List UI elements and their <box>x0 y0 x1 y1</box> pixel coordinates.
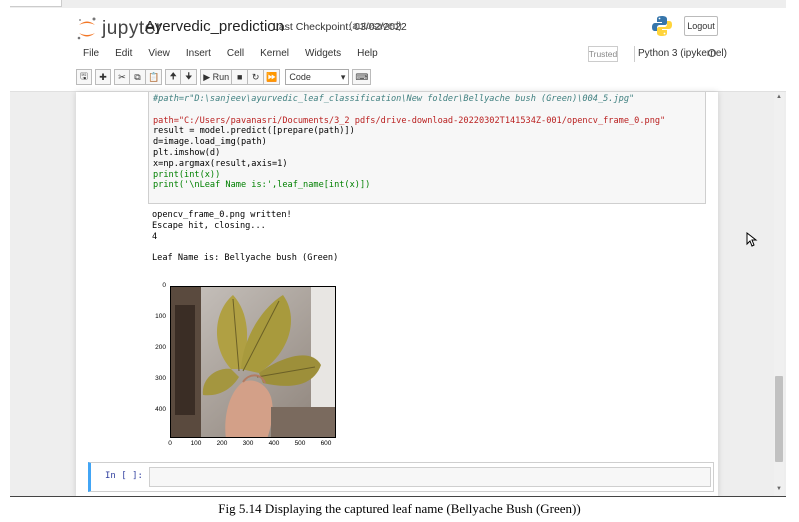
play-icon: ▶ <box>203 71 211 82</box>
run-button[interactable]: ▶ Run <box>200 69 233 85</box>
x-tick-label: 100 <box>190 440 202 447</box>
copy-icon: ⧉ <box>134 71 141 82</box>
clipboard-group: ✂ ⧉ 📋 <box>114 69 163 85</box>
jupyter-logo-icon <box>77 17 96 40</box>
code-line: #path=r"D:\sanjeev\ayurvedic_leaf_classi… <box>153 94 635 104</box>
code-cell-input[interactable]: #path=r"D:\sanjeev\ayurvedic_leaf_classi… <box>148 92 706 204</box>
menu-view[interactable]: View <box>141 46 179 62</box>
scroll-down-icon[interactable]: ▼ <box>776 486 782 492</box>
y-tick-label: 400 <box>155 406 166 413</box>
paste-icon: 📋 <box>148 71 160 82</box>
notebook-area: #path=r"D:\sanjeev\ayurvedic_leaf_classi… <box>76 92 718 496</box>
run-label: Run <box>212 72 230 82</box>
cut-button[interactable]: ✂ <box>114 69 130 85</box>
save-icon: 🖫 <box>80 71 88 81</box>
x-tick-label: 200 <box>216 440 228 447</box>
code-line: x=np.argmax(result,axis=1) <box>153 158 288 169</box>
arrow-up-icon: 🠉 <box>169 71 177 81</box>
code-line: plt.imshow(d) <box>153 147 221 158</box>
menu-widgets[interactable]: Widgets <box>298 46 350 62</box>
code-line: d=image.load_img(path) <box>153 137 267 148</box>
input-prompt: In [ ]: <box>105 471 143 481</box>
x-tick-label: 0 <box>168 440 172 447</box>
chevron-down-icon: ▾ <box>340 71 346 82</box>
output-line: opencv_frame_0.png written! <box>152 210 292 220</box>
restart-icon: ↻ <box>251 71 260 82</box>
menu-kernel[interactable]: Kernel <box>253 46 298 62</box>
code-line: path="C:/Users/pavanasri/Documents/3_2 p… <box>153 115 666 126</box>
code-line: result = model.predict([prepare(path)]) <box>153 126 355 137</box>
notebook-toolbar: 🖫 ✚ ✂ ⧉ 📋 🠉 🠋 ▶ Run ■ ↻ ⏩ Code ▾ ⌨ <box>76 69 372 85</box>
copy-button[interactable]: ⧉ <box>130 69 146 85</box>
notebook-header: jupyter Ayervedic_prediction Last Checkp… <box>10 8 786 92</box>
leaf-photo-illustration <box>171 287 335 437</box>
move-up-button[interactable]: 🠉 <box>165 69 182 85</box>
image-plot: 0 100 200 300 400 0 100 200 300 400 500 … <box>146 276 346 452</box>
code-cell-editor[interactable] <box>149 467 711 487</box>
menu-bar: File Edit View Insert Cell Kernel Widget… <box>76 46 387 62</box>
y-tick-label: 300 <box>155 375 166 382</box>
x-tick-label: 500 <box>294 440 306 447</box>
arrow-down-icon: 🠋 <box>184 71 193 81</box>
jupyter-window: jupyter Ayervedic_prediction Last Checkp… <box>10 0 786 497</box>
python-logo-icon <box>652 16 672 36</box>
logout-button[interactable]: Logout <box>684 16 718 36</box>
y-tick-label: 200 <box>155 344 166 351</box>
menu-edit[interactable]: Edit <box>108 46 141 62</box>
run-group: ▶ Run ■ ↻ ⏩ <box>200 69 281 85</box>
code-line: print('\nLeaf Name is:',leaf_name[int(x)… <box>153 180 371 191</box>
interrupt-button[interactable]: ■ <box>232 69 249 85</box>
y-tick-label: 0 <box>162 282 166 289</box>
menu-help[interactable]: Help <box>350 46 387 62</box>
autosave-status: (autosaved) <box>349 21 402 32</box>
insert-cell-button[interactable]: ✚ <box>95 69 111 85</box>
plus-icon: ✚ <box>99 71 107 82</box>
scrollbar-thumb[interactable] <box>775 376 783 462</box>
cell-output: opencv_frame_0.png written! Escape hit, … <box>152 210 338 264</box>
command-palette-button[interactable]: ⌨ <box>352 69 372 85</box>
y-tick-label: 100 <box>155 313 166 320</box>
mouse-cursor-icon <box>746 232 758 247</box>
x-tick-label: 300 <box>242 440 254 447</box>
scroll-up-icon[interactable]: ▲ <box>776 94 782 100</box>
code-line: print(int(x)) <box>153 169 221 180</box>
browser-tab-strip <box>10 0 62 7</box>
output-line-leaf-name: Leaf Name is: Bellyache bush (Green) <box>152 253 339 264</box>
x-tick-label: 600 <box>320 440 332 447</box>
move-group: 🠉 🠋 <box>165 69 198 85</box>
menu-cell[interactable]: Cell <box>220 46 253 62</box>
vertical-scrollbar[interactable]: ▲ ▼ <box>774 92 784 496</box>
scissors-icon: ✂ <box>118 71 126 82</box>
output-line: 4 <box>152 231 158 242</box>
move-down-button[interactable]: 🠋 <box>181 69 198 85</box>
restart-button[interactable]: ↻ <box>248 69 265 85</box>
trusted-indicator[interactable]: Trusted <box>588 46 618 62</box>
menu-file[interactable]: File <box>76 46 108 62</box>
menu-insert[interactable]: Insert <box>179 46 220 62</box>
keyboard-icon: ⌨ <box>355 71 369 82</box>
fast-forward-icon: ⏩ <box>266 71 278 82</box>
stop-icon: ■ <box>236 72 243 82</box>
output-line: Escape hit, closing... <box>152 220 266 231</box>
empty-code-cell[interactable]: In [ ]: <box>88 462 714 492</box>
notebook-title[interactable]: Ayervedic_prediction <box>145 18 284 35</box>
captured-leaf-image <box>170 286 336 438</box>
cell-type-select[interactable]: Code ▾ <box>285 69 350 85</box>
x-tick-label: 400 <box>268 440 280 447</box>
cell-type-value: Code <box>289 72 311 82</box>
kernel-idle-icon <box>708 49 716 57</box>
figure-caption: Fig 5.14 Displaying the captured leaf na… <box>218 501 581 516</box>
paste-button[interactable]: 📋 <box>146 69 163 85</box>
restart-run-all-button[interactable]: ⏩ <box>264 69 281 85</box>
save-button[interactable]: 🖫 <box>76 69 92 85</box>
